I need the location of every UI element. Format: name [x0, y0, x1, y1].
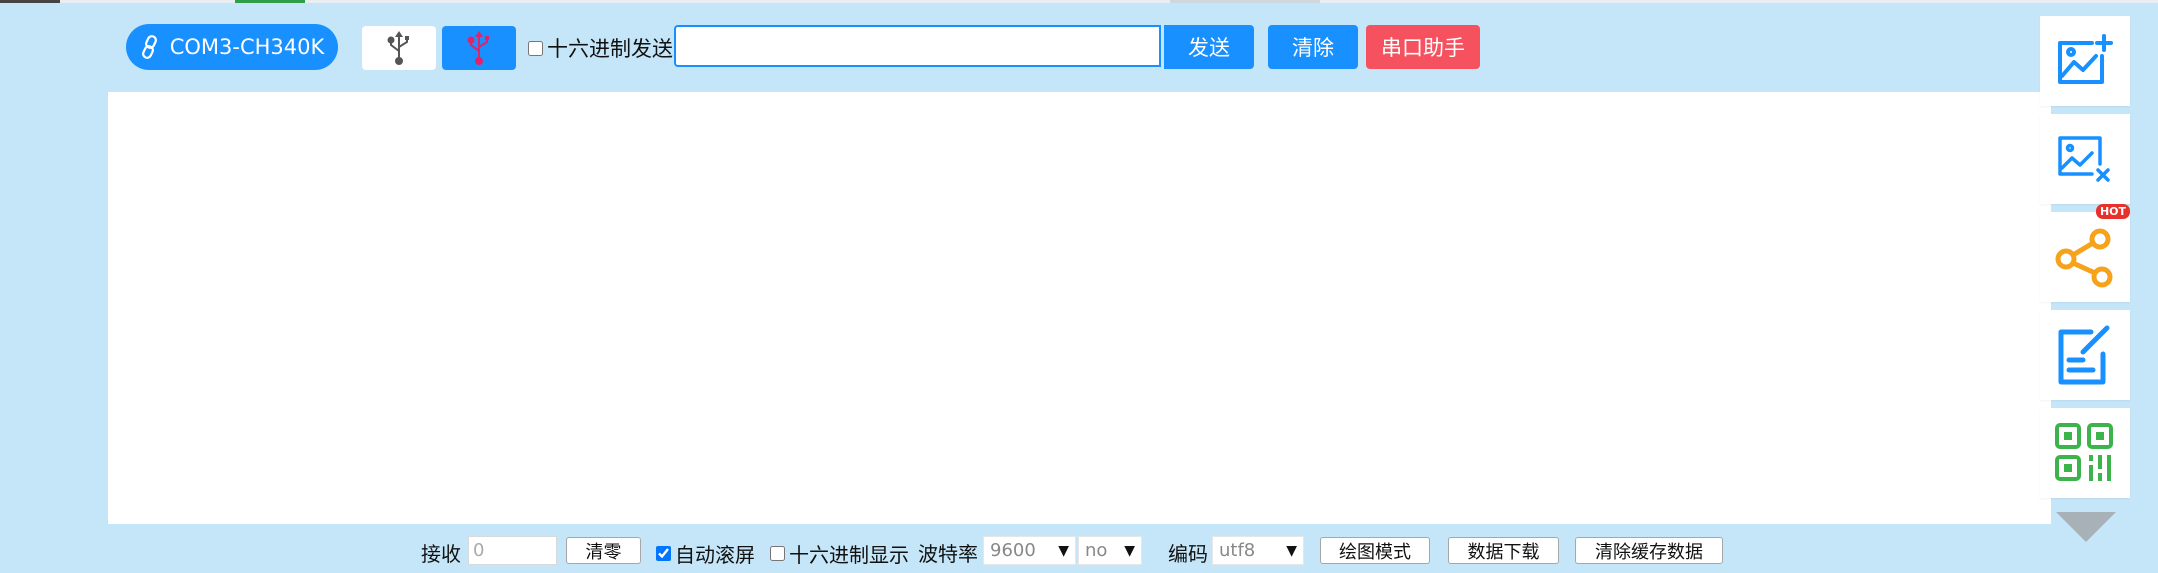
dropdown-arrow-icon: ▼	[1124, 542, 1135, 559]
toolbar: COM3-CH340K 十六进制发送 发送 清除 串口助手	[0, 0, 2020, 90]
qrcode-button[interactable]	[2040, 408, 2130, 498]
remove-chart-icon	[2058, 136, 2110, 182]
share-icon	[2055, 228, 2113, 288]
dropdown-arrow-icon: ▼	[1286, 542, 1297, 559]
hex-send-option[interactable]: 十六进制发送	[528, 34, 673, 62]
edit-note-icon	[2058, 325, 2110, 385]
hex-send-label: 十六进制发送	[547, 37, 673, 61]
disconnect-usb-button[interactable]	[362, 26, 436, 70]
send-input[interactable]	[674, 25, 1161, 67]
share-button[interactable]: HOT	[2040, 204, 2130, 302]
baud-rate-select[interactable]: 9600 ▼	[983, 536, 1076, 565]
auto-scroll-checkbox[interactable]	[656, 546, 671, 561]
hot-badge: HOT	[2095, 204, 2130, 219]
encoding-select[interactable]: utf8 ▼	[1212, 536, 1304, 565]
auto-scroll-option[interactable]: 自动滚屏	[656, 539, 755, 568]
encoding-value: utf8	[1219, 540, 1256, 561]
receive-count-input[interactable]	[468, 536, 557, 565]
add-chart-icon	[2058, 34, 2113, 84]
usb-icon	[467, 31, 489, 65]
auto-scroll-label: 自动滚屏	[675, 543, 755, 567]
connect-usb-button[interactable]	[442, 26, 516, 70]
baud-rate-value: 9600	[990, 540, 1036, 561]
qrcode-icon	[2055, 423, 2113, 481]
send-button[interactable]: 发送	[1164, 25, 1254, 69]
add-chart-button[interactable]	[2040, 16, 2130, 106]
hex-display-checkbox[interactable]	[770, 546, 785, 561]
link-icon	[141, 35, 157, 59]
reset-count-button[interactable]: 清零	[566, 537, 641, 564]
clear-cache-button[interactable]: 清除缓存数据	[1575, 537, 1723, 564]
remove-chart-button[interactable]	[2040, 114, 2130, 204]
parity-select[interactable]: no ▼	[1078, 536, 1142, 565]
hex-display-label: 十六进制显示	[789, 543, 909, 567]
hex-send-checkbox[interactable]	[528, 40, 543, 56]
encoding-label: 编码	[1168, 542, 1208, 566]
port-select-button[interactable]: COM3-CH340K	[126, 24, 338, 70]
edit-note-button[interactable]	[2040, 310, 2130, 400]
receive-count-label: 接收	[421, 542, 461, 566]
receive-output-area[interactable]	[108, 92, 2051, 524]
usb-icon	[387, 31, 409, 65]
hex-display-option[interactable]: 十六进制显示	[770, 539, 909, 568]
clear-button[interactable]: 清除	[1268, 25, 1358, 69]
dropdown-arrow-icon: ▼	[1058, 542, 1069, 559]
status-bar: 接收 清零 自动滚屏 十六进制显示 波特率 9600 ▼ no ▼ 编码 utf…	[0, 530, 2158, 570]
side-panel: HOT	[2040, 0, 2130, 573]
plot-mode-button[interactable]: 绘图模式	[1320, 537, 1430, 564]
data-download-button[interactable]: 数据下载	[1448, 537, 1559, 564]
baud-rate-label: 波特率	[918, 542, 978, 566]
parity-value: no	[1085, 540, 1108, 561]
serial-assistant-button[interactable]: 串口助手	[1366, 25, 1480, 69]
port-label: COM3-CH340K	[169, 35, 325, 59]
